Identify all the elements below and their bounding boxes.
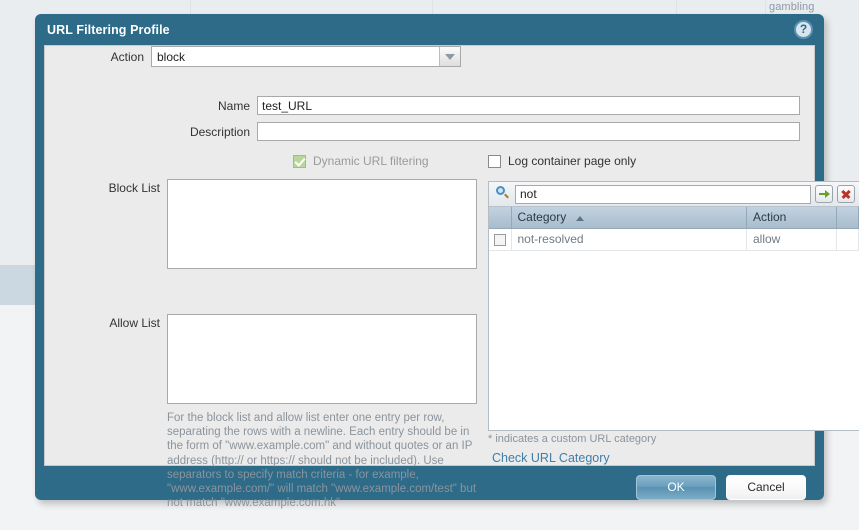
background-column-divider: [765, 0, 766, 14]
ok-button[interactable]: OK: [636, 475, 716, 500]
table-header-category-label: Category: [517, 210, 567, 225]
row-select-cell[interactable]: [489, 228, 512, 251]
cancel-button[interactable]: Cancel: [726, 475, 806, 500]
allow-list-label: Allow List: [109, 316, 160, 330]
dynamic-url-filtering-checkbox: [293, 154, 306, 168]
dialog-titlebar: URL Filtering Profile ?: [35, 14, 824, 45]
action-select-value: block: [157, 49, 186, 64]
category-table: Category Action not-resolved allow: [489, 207, 859, 251]
chevron-down-icon[interactable]: [439, 47, 460, 66]
row-category-cell: not-resolved: [511, 228, 747, 251]
action-select[interactable]: block: [151, 46, 461, 67]
background-category-gambling: gambling: [769, 1, 815, 13]
check-url-category-link[interactable]: Check URL Category: [492, 451, 610, 465]
search-icon: [495, 186, 511, 202]
table-header-category[interactable]: Category: [511, 207, 747, 229]
log-container-page-only-checkbox[interactable]: [488, 154, 501, 168]
action-row: Action block: [45, 46, 814, 67]
table-header-select-all[interactable]: [489, 207, 512, 229]
table-header-action[interactable]: Action: [746, 207, 837, 229]
background-column-divider: [190, 0, 191, 14]
url-filtering-profile-dialog: URL Filtering Profile ? Name Description…: [35, 14, 859, 509]
dialog-body: Name Description Dynamic URL filtering L…: [44, 45, 859, 509]
help-icon[interactable]: ?: [794, 20, 813, 39]
sort-ascending-icon: [575, 215, 584, 221]
action-label: Action: [110, 49, 144, 64]
description-label: Description: [189, 124, 250, 139]
allow-list-textarea[interactable]: [167, 314, 477, 404]
description-input[interactable]: [257, 122, 800, 141]
allow-list-row: Allow List: [61, 314, 477, 404]
url-category-panel: Category Action not-resolv: [488, 181, 859, 431]
background-column-divider: [432, 0, 433, 14]
table-row[interactable]: not-resolved allow: [489, 228, 859, 251]
category-search-input[interactable]: [515, 184, 811, 204]
table-header-spacer: [836, 207, 859, 229]
name-row: Name: [61, 96, 801, 115]
block-list-row: Block List: [61, 179, 477, 269]
dialog-footer: OK Cancel: [35, 466, 824, 500]
row-spacer-cell: [836, 228, 859, 251]
search-clear-icon[interactable]: [837, 185, 855, 203]
block-list-textarea[interactable]: [167, 179, 477, 269]
name-label: Name: [217, 98, 250, 113]
description-row: Description: [61, 122, 801, 141]
dynamic-url-filtering-row: Dynamic URL filtering: [293, 154, 429, 168]
background-column-divider: [676, 0, 677, 14]
category-search-bar: [489, 182, 859, 207]
name-input[interactable]: [257, 96, 800, 115]
row-action-cell: allow: [746, 228, 837, 251]
search-go-icon[interactable]: [815, 185, 833, 203]
log-container-page-only-label: Log container page only: [508, 154, 637, 168]
custom-category-note: * indicates a custom URL category: [488, 433, 657, 445]
row-checkbox[interactable]: [493, 233, 506, 246]
block-list-label: Block List: [108, 181, 160, 195]
dialog-title: URL Filtering Profile: [47, 22, 170, 37]
table-header-row: Category Action: [489, 207, 859, 229]
table-header-action-label: Action: [753, 210, 787, 225]
dynamic-url-filtering-label: Dynamic URL filtering: [313, 154, 429, 168]
log-container-page-only-row[interactable]: Log container page only: [488, 154, 636, 168]
